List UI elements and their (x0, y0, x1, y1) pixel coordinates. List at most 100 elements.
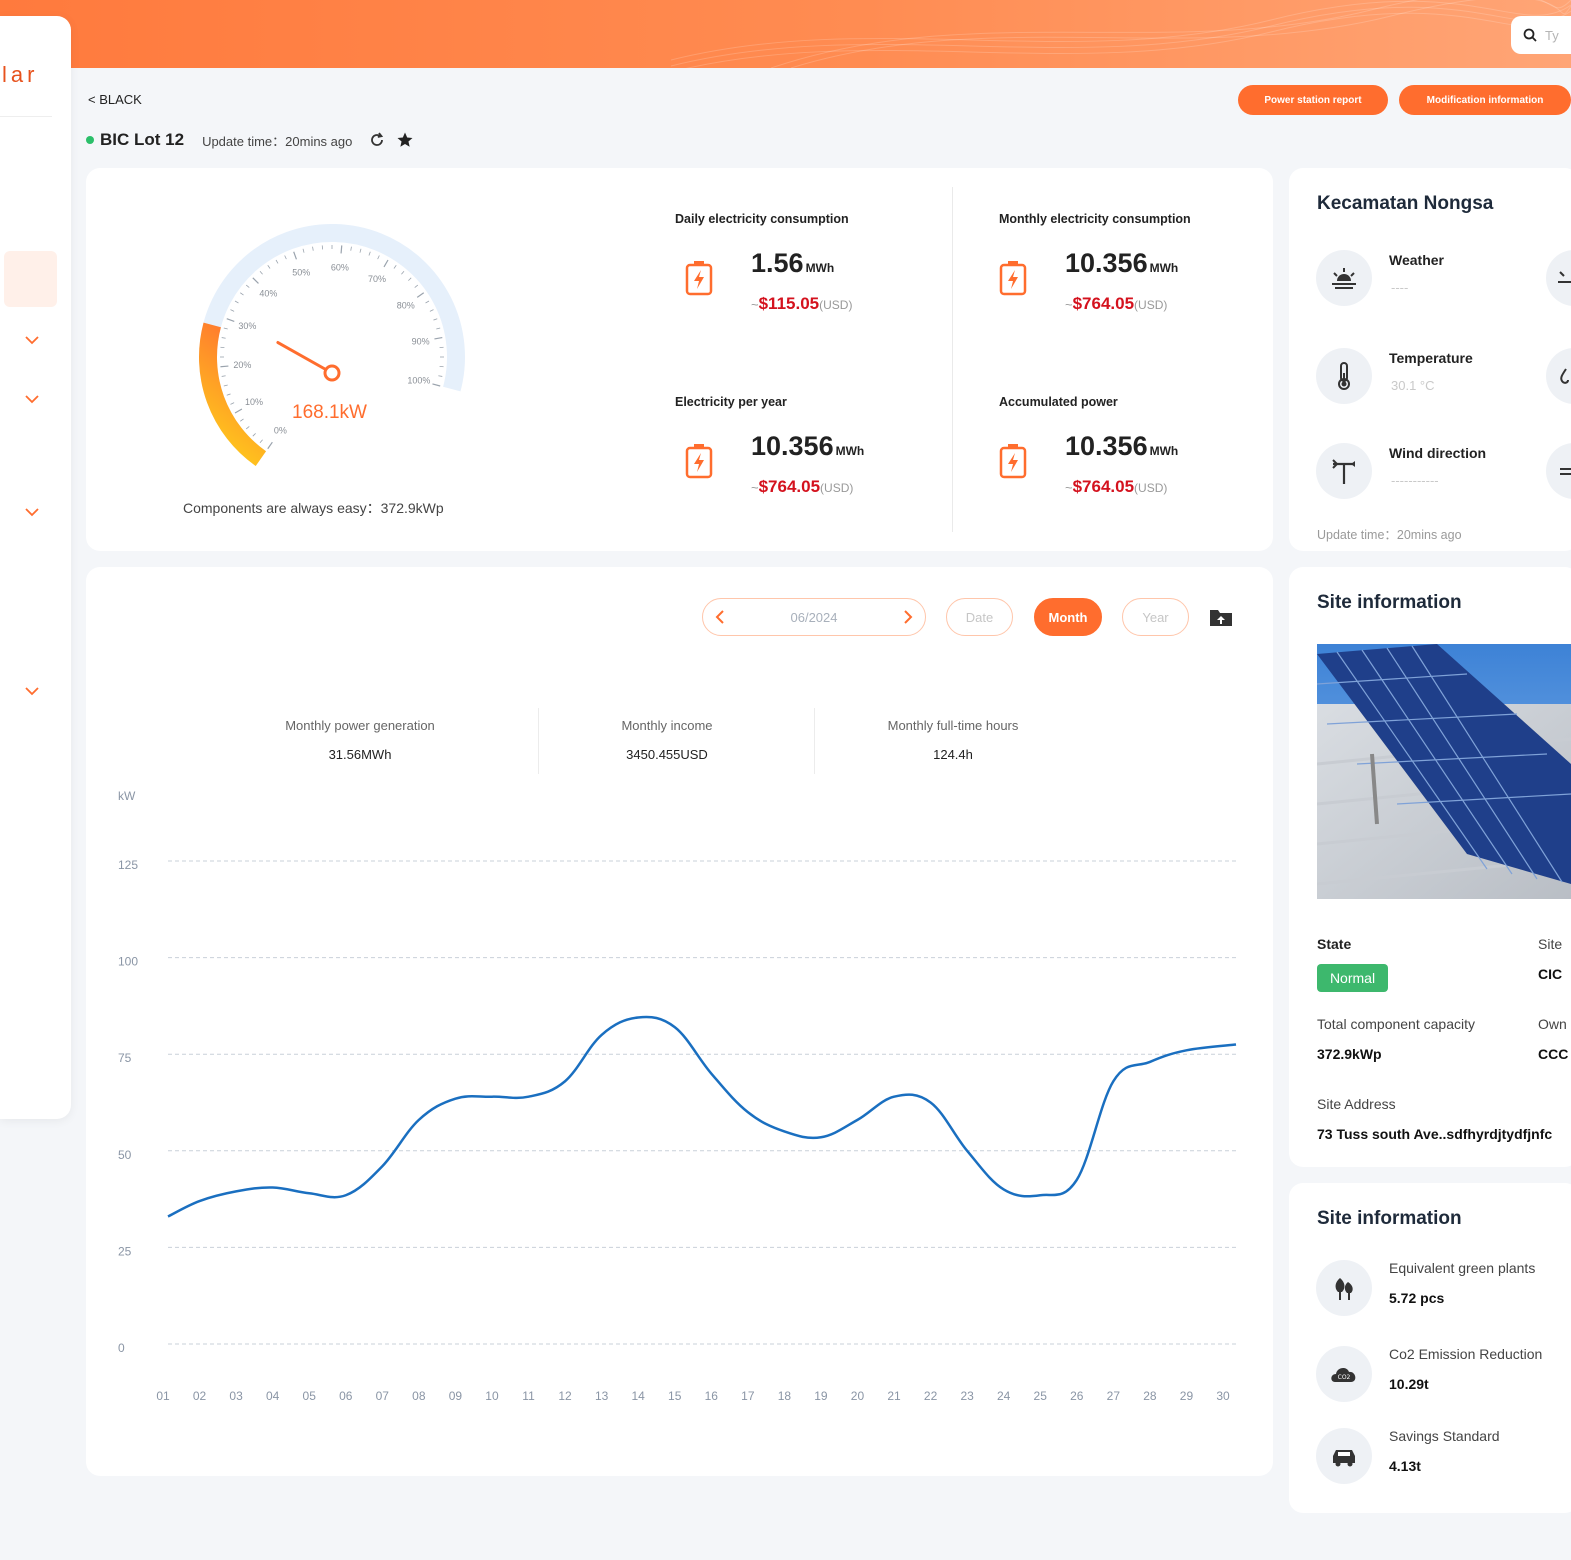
x-tick-label: 05 (303, 1389, 317, 1403)
chevron-down-icon[interactable] (24, 686, 40, 696)
chevron-right-icon[interactable] (903, 609, 913, 625)
x-tick-label: 18 (778, 1389, 792, 1403)
wind-label: Wind direction (1389, 445, 1487, 461)
savings-label: Savings Standard (1389, 1428, 1500, 1444)
summary-label: Monthly full-time hours (887, 718, 1019, 733)
trees-icon (1316, 1260, 1372, 1316)
address-label: Site Address (1317, 1096, 1396, 1112)
summary-value: 124.4h (933, 747, 973, 762)
summary-hours: Monthly full-time hours 124.4h (853, 718, 1053, 762)
tab-date[interactable]: Date (946, 598, 1013, 636)
green-plants-label: Equivalent green plants (1389, 1260, 1536, 1276)
site-title-row: BIC Lot 12 Update time：20mins ago (86, 130, 414, 150)
status-badge: Normal (1317, 964, 1388, 992)
power-gauge: 0% 10% 20% 30% 40% 50% 60% 70% 80% 90% 100% (199, 224, 465, 466)
gauge-tick (377, 255, 380, 260)
y-axis-unit: kW (118, 789, 136, 803)
gauge-tick (302, 248, 305, 253)
stat-money: ~$115.05(USD) (751, 294, 853, 313)
capacity-label: Total component capacity (1317, 1016, 1475, 1032)
gauge-tick (383, 259, 389, 268)
gauge-tick (226, 318, 235, 322)
stat-label: Daily electricity consumption (675, 212, 849, 226)
gauge-tick-label: 60% (331, 262, 349, 272)
gauge-tick (393, 265, 397, 269)
x-tick-label: 25 (1034, 1389, 1048, 1403)
y-tick-label: 75 (118, 1051, 132, 1065)
gauge-tick (220, 365, 229, 368)
droplet-icon (1546, 348, 1571, 404)
x-tick-label: 14 (631, 1389, 645, 1403)
date-value: 06/2024 (790, 609, 838, 625)
x-tick-label: 24 (997, 1389, 1011, 1403)
tab-month[interactable]: Month (1034, 598, 1102, 636)
gauge-tick (267, 265, 271, 269)
export-folder-icon[interactable] (1209, 606, 1233, 628)
stat-money: ~$764.05(USD) (1065, 294, 1168, 313)
refresh-icon (371, 132, 384, 146)
y-tick-label: 125 (118, 858, 138, 872)
gauge-tick (275, 259, 279, 264)
stat-label: Electricity per year (675, 395, 787, 409)
stat-label: Monthly electricity consumption (999, 212, 1191, 226)
gauge-tick (433, 318, 438, 321)
gauge-tick (425, 300, 430, 304)
sidebar-item-active[interactable] (4, 251, 57, 307)
gauge-tick (223, 327, 228, 330)
gauge-tick (359, 248, 362, 253)
date-picker[interactable]: 06/2024 (702, 598, 926, 636)
chevron-left-icon[interactable] (715, 609, 725, 625)
gauge-tick-label: 20% (233, 360, 251, 370)
favorite-button[interactable] (396, 131, 414, 149)
power-line-chart: kW 0 25 50 75 100 125 01 02 03 04 05 06 07 08 09 10 11 12 1… (118, 789, 1237, 1403)
gauge-tick (252, 433, 256, 437)
gauge-tick (259, 270, 263, 275)
gauge-tick (432, 383, 441, 387)
summary-value: 31.56MWh (328, 747, 392, 762)
svg-text:CO2: CO2 (1338, 1374, 1351, 1381)
x-tick-label: 16 (705, 1389, 719, 1403)
gauge-tick (414, 284, 419, 288)
x-tick-label: 08 (412, 1389, 426, 1403)
capacity-value: 372.9kWp (1317, 1046, 1382, 1062)
back-link[interactable]: < BLACK (88, 92, 142, 107)
x-tick-label: 02 (193, 1389, 207, 1403)
gauge-tick (438, 375, 443, 377)
owner-value: CCC (1538, 1046, 1569, 1062)
temperature-value: 30.1 °C (1391, 378, 1435, 393)
site-value: CIC (1538, 966, 1563, 982)
site-photo (1317, 644, 1571, 899)
gauge-tick (401, 270, 405, 275)
x-tick-label: 09 (449, 1389, 463, 1403)
site-info-title: Site information (1317, 592, 1462, 613)
chevron-down-icon[interactable] (24, 394, 40, 404)
series-line (167, 1015, 1237, 1218)
x-tick-label: 23 (960, 1389, 974, 1403)
gauge-tick-label: 40% (259, 288, 277, 298)
address-value: 73 Tuss south Ave..sdfhyrdjtydfjnfc (1317, 1126, 1553, 1142)
gauge-tick-label: 30% (238, 321, 256, 331)
tab-year[interactable]: Year (1122, 598, 1189, 636)
stat-value: 10.356 MWh (751, 431, 865, 461)
search-icon (1523, 28, 1537, 42)
chevron-down-icon[interactable] (24, 507, 40, 517)
co2-value: 10.29t (1389, 1376, 1429, 1392)
gauge-tick-label: 90% (412, 336, 430, 346)
gauge-tick (416, 292, 425, 298)
gauge-tick (436, 327, 441, 330)
power-station-report-button[interactable]: Power station report (1238, 85, 1388, 115)
x-tick-label: 28 (1143, 1389, 1157, 1403)
search-box[interactable]: Ty (1511, 16, 1571, 54)
gauge-tick (408, 277, 412, 281)
search-placeholder: Ty (1545, 27, 1559, 43)
chevron-down-icon[interactable] (24, 335, 40, 345)
stat-money: ~$764.05(USD) (751, 477, 854, 496)
gauge-tick (350, 246, 352, 251)
x-tick-label: 29 (1180, 1389, 1194, 1403)
gauge-tick (221, 337, 226, 339)
site-label: Site (1538, 936, 1563, 952)
gauge-tick (340, 245, 343, 254)
refresh-button[interactable] (368, 131, 386, 149)
x-tick-label: 07 (376, 1389, 390, 1403)
modification-information-button[interactable]: Modification information (1399, 85, 1571, 115)
